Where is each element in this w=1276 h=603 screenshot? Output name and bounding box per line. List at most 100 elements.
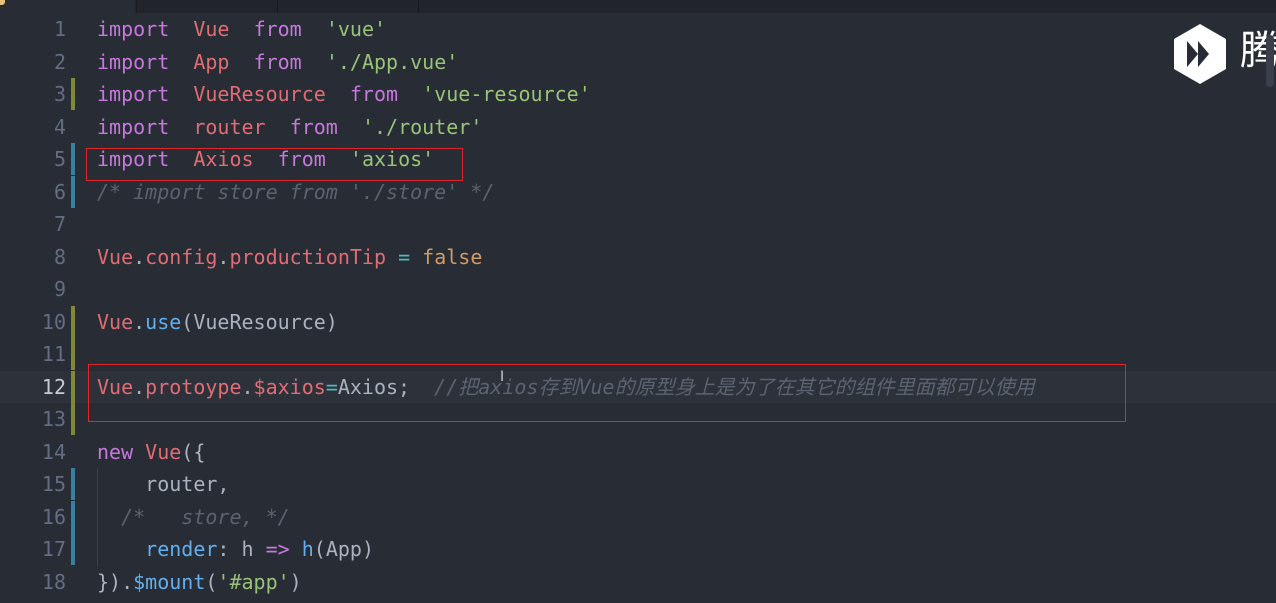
- code-text: Vue.config.productionTip = false: [97, 241, 482, 273]
- code-text: import router from './router': [97, 111, 482, 143]
- tab-bar: [0, 0, 1276, 13]
- code-line[interactable]: 12 Vue.protoype.$axios=Axios; //把axios存到V…: [0, 370, 1276, 403]
- code-token: 'vue': [325, 17, 387, 41]
- code-token: .: [217, 244, 230, 269]
- code-line[interactable]: 13: [0, 403, 1276, 435]
- line-number: 6: [53, 179, 66, 204]
- tab-third[interactable]: [277, 0, 419, 13]
- scrollbar[interactable]: [1262, 13, 1276, 603]
- code-token: import: [97, 147, 170, 171]
- tab-second[interactable]: [136, 0, 277, 13]
- code-token: ): [289, 569, 302, 594]
- code-token: import: [97, 17, 170, 41]
- code-token: from: [349, 82, 399, 106]
- text-cursor-icon: I: [500, 369, 505, 385]
- git-gutter-marker: [71, 175, 75, 208]
- code-line[interactable]: 11: [0, 338, 1276, 370]
- code-token: Axios: [193, 147, 254, 171]
- code-token: render: [145, 537, 218, 561]
- line-number: 8: [53, 244, 66, 269]
- code-text: import Axios from 'axios': [97, 143, 434, 175]
- code-token: Vue: [145, 439, 182, 464]
- code-line[interactable]: 3 import VueResource from 'vue-resource': [0, 78, 1276, 110]
- git-gutter-marker: [71, 78, 75, 110]
- code-token: (App): [313, 537, 374, 561]
- code-text: Vue.protoype.$axios=Axios; //把axios存到Vue…: [97, 371, 1035, 403]
- line-number: 12: [41, 374, 66, 399]
- code-token: Vue: [193, 17, 230, 41]
- code-token: Vue: [97, 244, 134, 269]
- code-line[interactable]: 7: [0, 208, 1276, 240]
- code-token: .: [241, 374, 254, 399]
- git-gutter-marker: [71, 533, 75, 565]
- modified-dot-icon: [0, 0, 5, 5]
- code-token: (VueResource): [181, 309, 338, 334]
- code-line[interactable]: 16 /* store, */: [0, 500, 1276, 533]
- code-line[interactable]: 8 Vue.config.productionTip = false: [0, 241, 1276, 273]
- line-number: 1: [53, 17, 66, 41]
- code-text: /* import store from './store' */: [97, 176, 494, 208]
- code-token: =: [325, 374, 338, 399]
- code-token: from: [253, 17, 302, 41]
- code-editor[interactable]: 1 import Vue from 'vue' 2 import App from '…: [0, 13, 1276, 603]
- code-token: //把axios存到Vue的原型身上是为了在其它的组件里面都可以使用: [434, 374, 1035, 399]
- code-line[interactable]: 4 import router from './router': [0, 111, 1276, 143]
- line-number: 3: [53, 82, 66, 106]
- code-text: }).$mount('#app'): [97, 566, 302, 598]
- line-number: 4: [53, 114, 66, 139]
- code-line[interactable]: 2 import App from './App.vue': [0, 46, 1276, 78]
- code-text: import App from './App.vue': [97, 46, 458, 78]
- line-number: 5: [53, 147, 66, 171]
- code-token: /* store, */: [121, 504, 290, 529]
- code-token: './router': [361, 114, 483, 139]
- code-line[interactable]: 17 render: h => h(App): [0, 533, 1276, 565]
- code-token: from: [289, 114, 338, 139]
- line-number: 9: [53, 277, 66, 301]
- code-token: import: [97, 82, 170, 106]
- indent-guide: [97, 468, 98, 566]
- git-gutter-marker: [71, 305, 75, 338]
- code-token: h: [301, 537, 314, 561]
- code-line[interactable]: 14 new Vue({: [0, 436, 1276, 468]
- code-token: /* import store from './store' */: [97, 179, 495, 204]
- code-token: .: [133, 309, 146, 334]
- code-line[interactable]: 15 router,: [0, 468, 1276, 500]
- code-token: '#app': [217, 569, 290, 594]
- code-line[interactable]: 18}).$mount('#app'): [0, 566, 1276, 598]
- code-token: false: [422, 244, 483, 269]
- code-token: 'vue-resource': [422, 82, 591, 106]
- code-token: .: [133, 244, 146, 269]
- code-text: Vue.use(VueResource): [97, 306, 338, 338]
- code-token: VueResource: [193, 82, 326, 106]
- code-token: (: [205, 569, 218, 594]
- code-line[interactable]: 5 import Axios from 'axios': [0, 143, 1276, 175]
- code-text: /* store, */: [97, 501, 290, 533]
- code-token: new: [97, 439, 134, 464]
- code-token: $mount: [133, 569, 206, 594]
- code-text: import Vue from 'vue': [97, 13, 386, 45]
- code-line[interactable]: 6 /* import store from './store' */: [0, 175, 1276, 208]
- code-line[interactable]: 9: [0, 273, 1276, 305]
- tab-main-js[interactable]: [0, 0, 135, 13]
- code-token: router,: [97, 472, 230, 496]
- code-line[interactable]: 1 import Vue from 'vue': [0, 13, 1276, 45]
- code-token: from: [277, 147, 326, 171]
- line-number: 16: [41, 504, 66, 529]
- code-token: }).: [97, 569, 134, 594]
- code-token: 'axios': [349, 147, 435, 171]
- scrollbar-thumb[interactable]: [1266, 35, 1274, 87]
- code-line[interactable]: 10 Vue.use(VueResource): [0, 305, 1276, 338]
- code-token: router: [193, 114, 266, 139]
- code-token: App: [193, 49, 230, 74]
